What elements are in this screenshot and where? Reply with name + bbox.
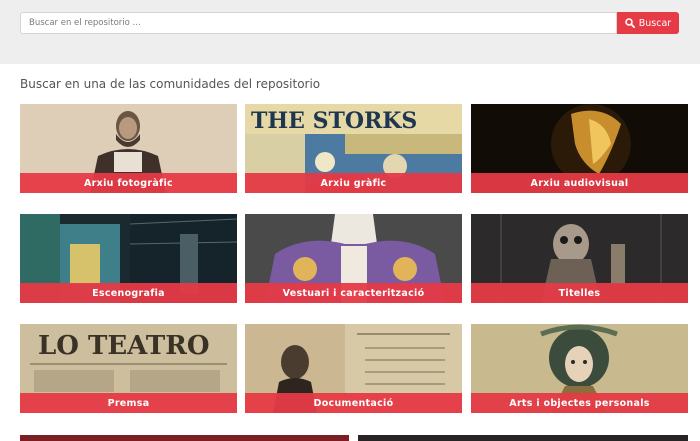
community-card-partial[interactable] <box>20 435 349 441</box>
community-card-arxiu-fotografic[interactable]: Arxiu fotogràfic <box>20 104 237 193</box>
community-card-label: Premsa <box>20 393 237 413</box>
search-icon <box>624 18 635 28</box>
community-card-titelles[interactable]: Titelles <box>471 214 688 303</box>
search-input[interactable] <box>20 12 617 34</box>
community-card-label: Arxiu gràfic <box>245 173 462 193</box>
community-card-documentacio[interactable]: Documentació <box>245 324 462 413</box>
community-card-label: Arxiu audiovisual <box>471 173 688 193</box>
community-card-label: Escenografia <box>20 283 237 303</box>
community-card-partial[interactable] <box>358 435 688 441</box>
community-card-arxiu-grafic[interactable]: THE STORKS Arxiu gràfic <box>245 104 462 193</box>
community-card-label: Titelles <box>471 283 688 303</box>
section-heading: Buscar en una de las comunidades del rep… <box>20 77 321 91</box>
svg-text:LO TEATRO: LO TEATRO <box>38 331 210 361</box>
community-card-arxiu-audiovisual[interactable]: Arxiu audiovisual <box>471 104 688 193</box>
community-card-escenografia[interactable]: Escenografia <box>20 214 237 303</box>
svg-text:THE STORKS: THE STORKS <box>251 108 417 134</box>
community-card-vestuari[interactable]: Vestuari i caracterització <box>245 214 462 303</box>
community-card-label: Arxiu fotogràfic <box>20 173 237 193</box>
search-button[interactable]: Buscar <box>617 12 679 34</box>
community-card-label: Documentació <box>245 393 462 413</box>
community-card-label: Arts i objectes personals <box>471 393 688 413</box>
community-card-label: Vestuari i caracterització <box>245 283 462 303</box>
search-button-label: Buscar <box>638 17 672 29</box>
community-card-premsa[interactable]: LO TEATRO Premsa <box>20 324 237 413</box>
community-card-arts-objectes[interactable]: Arts i objectes personals <box>471 324 688 413</box>
search-bar: Buscar <box>0 0 700 64</box>
